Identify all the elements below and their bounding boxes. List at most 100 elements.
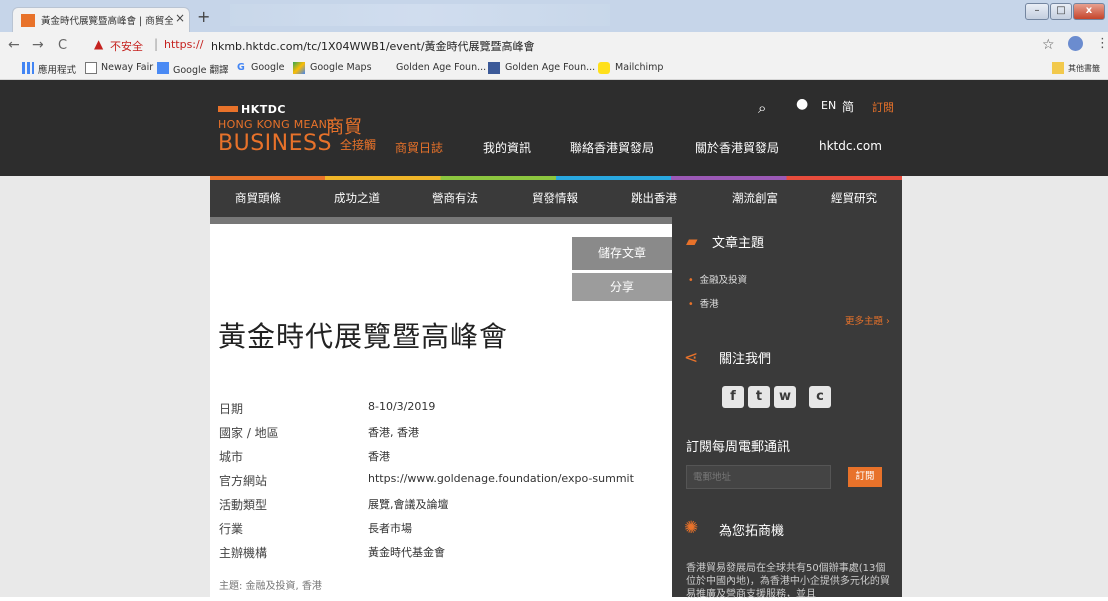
topic-item-label: 金融及投資 [699,275,748,286]
subscribe-button[interactable]: 訂閱 [848,467,882,487]
tab-strip: 黃金時代展覽暨高峰會 | 商貿全接 × + – □ x [0,0,1108,32]
bookmark-google[interactable]: Google [251,62,285,73]
share-button[interactable]: 分享 [572,273,672,301]
user-icon[interactable]: ● [796,96,808,112]
maximize-icon[interactable]: □ [1050,3,1072,20]
article-top-bar [210,217,672,224]
bookmark-mailchimp[interactable]: Mailchimp [615,62,663,73]
cat-business[interactable]: 營商有法 [432,190,478,206]
bookmarks-bar: 應用程式 Neway Fair Google 翻譯 G Google Googl… [0,58,1108,80]
logo-mark-icon [218,106,238,112]
reload-icon[interactable]: C [58,38,67,53]
cat-overseas[interactable]: 跳出香港 [631,190,677,206]
forward-icon[interactable]: → [32,37,44,53]
detail-value-region: 香港, 香港 [368,426,419,439]
cat-success[interactable]: 成功之道 [334,190,380,206]
back-icon[interactable]: ← [8,37,20,53]
bookmark-golden-age-1[interactable]: Golden Age Foun... [396,62,486,73]
nav-contact[interactable]: 聯絡香港貿發局 [570,139,654,156]
detail-value-type: 展覽,會議及論壇 [368,498,449,511]
email-field[interactable] [686,465,831,489]
search-icon[interactable]: ⌕ [758,99,766,117]
minimize-icon[interactable]: – [1025,3,1049,20]
folder-icon [1052,62,1064,74]
lang-en-link[interactable]: EN [821,99,836,112]
logo-business[interactable]: BUSINESS [218,131,332,156]
bookmark-google-translate[interactable]: Google 翻譯 [173,62,229,76]
maps-icon [293,62,305,74]
favicon-icon [21,14,35,27]
wechat-icon[interactable]: c [809,386,831,408]
browser-tab[interactable]: 黃金時代展覽暨高峰會 | 商貿全接 × [12,7,190,32]
facebook-icon [488,62,500,74]
cat-intelligence[interactable]: 貿發情報 [532,190,578,206]
topic-item-hk[interactable]: • 香港 [688,296,719,310]
bookmark-google-maps[interactable]: Google Maps [310,62,372,73]
page-icon [85,62,97,74]
topics-heading: 文章主題 [712,236,765,251]
profile-icon[interactable] [1068,36,1083,51]
apps-icon [22,62,34,74]
detail-label-date: 日期 [219,402,244,416]
more-topics-link[interactable]: 更多主題 › [845,313,890,327]
url-text: hkmb.hktdc.com/tc/1X04WWB1/event/黃金時代展覽暨… [211,40,535,53]
share-icon: ⋖ [684,348,699,368]
nav-hktdc[interactable]: hktdc.com [819,139,882,153]
globe-icon: ✺ [684,518,699,538]
detail-value-date: 8-10/3/2019 [368,400,436,413]
cat-headlines[interactable]: 商貿頭條 [235,190,281,206]
sidebar-description: 香港貿易發展局在全球共有50個辦事處(13個位於中國內地)，為香港中小企提供多元… [686,563,890,600]
lang-sc-link[interactable]: 简 [842,98,854,115]
google-icon: G [237,62,245,73]
nav-about[interactable]: 關於香港貿發局 [695,139,779,156]
detail-label-industry: 行業 [219,522,244,536]
star-icon[interactable]: ☆ [1042,37,1055,53]
detail-value-industry: 長者市場 [368,522,412,535]
url-field[interactable]: ▲ 不安全 | https:// hkmb.hktdc.com/tc/1X04W… [88,34,1028,56]
detail-label-type: 活動類型 [219,498,268,512]
translate-icon [157,62,169,74]
bookmark-neway-fair[interactable]: Neway Fair [101,62,153,73]
new-tab-button[interactable]: + [197,7,210,26]
topic-item-label: 香港 [699,299,719,310]
bookmark-other[interactable]: 其他書籤 [1068,63,1100,74]
url-separator: | [154,37,159,51]
subscribe-link[interactable]: 訂閱 [872,99,894,115]
nav-my-info[interactable]: 我的資訊 [483,139,531,156]
nav-events[interactable]: 商貿日誌 [395,139,443,156]
detail-value-organiser: 黃金時代基金會 [368,546,445,559]
bookmark-apps[interactable]: 應用程式 [38,62,76,76]
url-scheme: https:// [164,38,204,51]
detail-label-website: 官方網站 [219,474,268,488]
topic-item-finance[interactable]: • 金融及投資 [688,272,747,286]
twitter-icon[interactable]: t [748,386,770,408]
page-title: 黃金時代展覽暨高峰會 [218,320,509,353]
follow-heading: 關注我們 [719,352,772,367]
detail-label-city: 城市 [219,450,244,464]
logo-hktdc[interactable]: HKTDC [241,103,286,116]
newsletter-heading: 訂閱每周電郵通訊 [686,440,791,455]
detail-label-region: 國家 / 地區 [219,426,279,440]
tab-title: 黃金時代展覽暨高峰會 | 商貿全接 [41,16,173,27]
bookmark-golden-age-2[interactable]: Golden Age Foun... [505,62,595,73]
chat-bubble-icon: ▰ [686,232,698,250]
logo-tagline[interactable]: HONG KONG MEANS [218,118,334,131]
detail-value-city: 香港 [368,450,390,463]
menu-icon[interactable]: ⋮ [1096,36,1108,51]
facebook-icon[interactable]: f [722,386,744,408]
cat-research[interactable]: 經貿研究 [831,190,877,206]
logo-chinese-sub[interactable]: 全接觸 [340,136,376,153]
site-header [0,80,1108,176]
close-tab-icon[interactable]: × [175,11,185,25]
cat-trends[interactable]: 潮流創富 [732,190,778,206]
window-close-icon[interactable]: x [1073,3,1105,20]
detail-label-organiser: 主辦機構 [219,546,268,560]
weibo-icon[interactable]: w [774,386,796,408]
address-bar-row: ← → C ▲ 不安全 | https:// hkmb.hktdc.com/tc… [0,32,1108,58]
opportunity-heading: 為您拓商機 [719,524,785,539]
save-article-button[interactable]: 儲存文章 [572,237,672,270]
mailchimp-icon [598,62,610,74]
warning-icon: ▲ [94,37,104,51]
detail-value-website[interactable]: https://www.goldenage.foundation/expo-su… [368,472,634,485]
topic-line: 主題: 金融及投資, 香港 [219,581,322,592]
